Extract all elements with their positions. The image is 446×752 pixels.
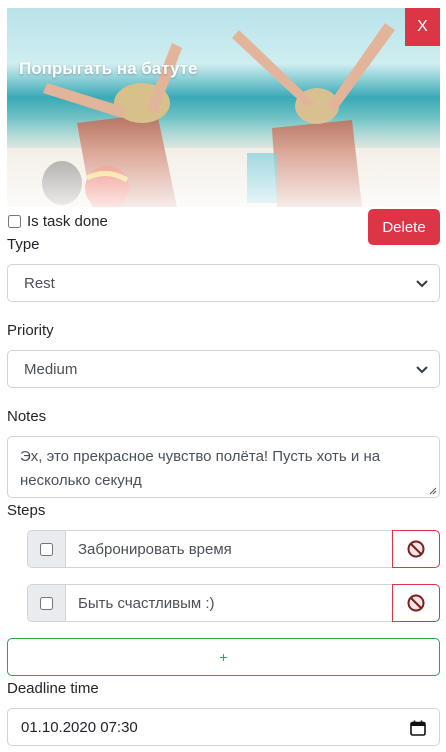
notes-label: Notes: [7, 408, 47, 425]
remove-step-button[interactable]: [392, 530, 440, 568]
priority-select-value: Medium: [24, 360, 78, 378]
step-row: Забронировать время: [27, 530, 440, 568]
step-text-input[interactable]: Забронировать время: [65, 530, 393, 568]
task-done-checkbox[interactable]: [8, 214, 21, 228]
deadline-value: 01.10.2020 07:30: [21, 718, 138, 736]
type-label: Type: [7, 236, 40, 253]
deadline-datetime-input[interactable]: 01.10.2020 07:30: [7, 708, 440, 746]
task-image: Попрыгать на батуте X: [7, 8, 440, 207]
add-step-button[interactable]: +: [7, 638, 440, 676]
task-title: Попрыгать на батуте: [19, 59, 198, 78]
task-done-row: Is task done: [7, 211, 108, 231]
delete-task-button[interactable]: Delete: [368, 209, 440, 245]
step-row: Быть счастливым :): [27, 584, 440, 622]
resize-handle-icon[interactable]: [427, 485, 437, 495]
step-checkbox-wrap: [27, 530, 66, 568]
close-button[interactable]: X: [405, 8, 440, 46]
steps-label: Steps: [7, 502, 46, 519]
task-done-label: Is task done: [27, 212, 108, 230]
priority-select[interactable]: Medium: [7, 350, 440, 388]
notes-textarea[interactable]: Эх, это прекрасное чувство полёта! Пусть…: [7, 436, 440, 498]
step-checkbox[interactable]: [40, 596, 53, 610]
step-text-input[interactable]: Быть счастливым :): [65, 584, 393, 622]
priority-label: Priority: [7, 322, 54, 339]
prohibited-icon: [407, 594, 425, 612]
chevron-down-icon: [416, 366, 428, 374]
calendar-icon[interactable]: [410, 720, 426, 736]
step-checkbox-wrap: [27, 584, 66, 622]
type-select-value: Rest: [24, 274, 55, 292]
deadline-label: Deadline time: [7, 680, 99, 697]
chevron-down-icon: [416, 280, 428, 288]
type-select[interactable]: Rest: [7, 264, 440, 302]
notes-text: Эх, это прекрасное чувство полёта! Пусть…: [20, 448, 381, 489]
step-checkbox[interactable]: [40, 542, 53, 556]
step-text: Забронировать время: [78, 540, 232, 558]
step-text: Быть счастливым :): [78, 594, 215, 612]
prohibited-icon: [407, 540, 425, 558]
remove-step-button[interactable]: [392, 584, 440, 622]
image-fade: [7, 8, 440, 207]
